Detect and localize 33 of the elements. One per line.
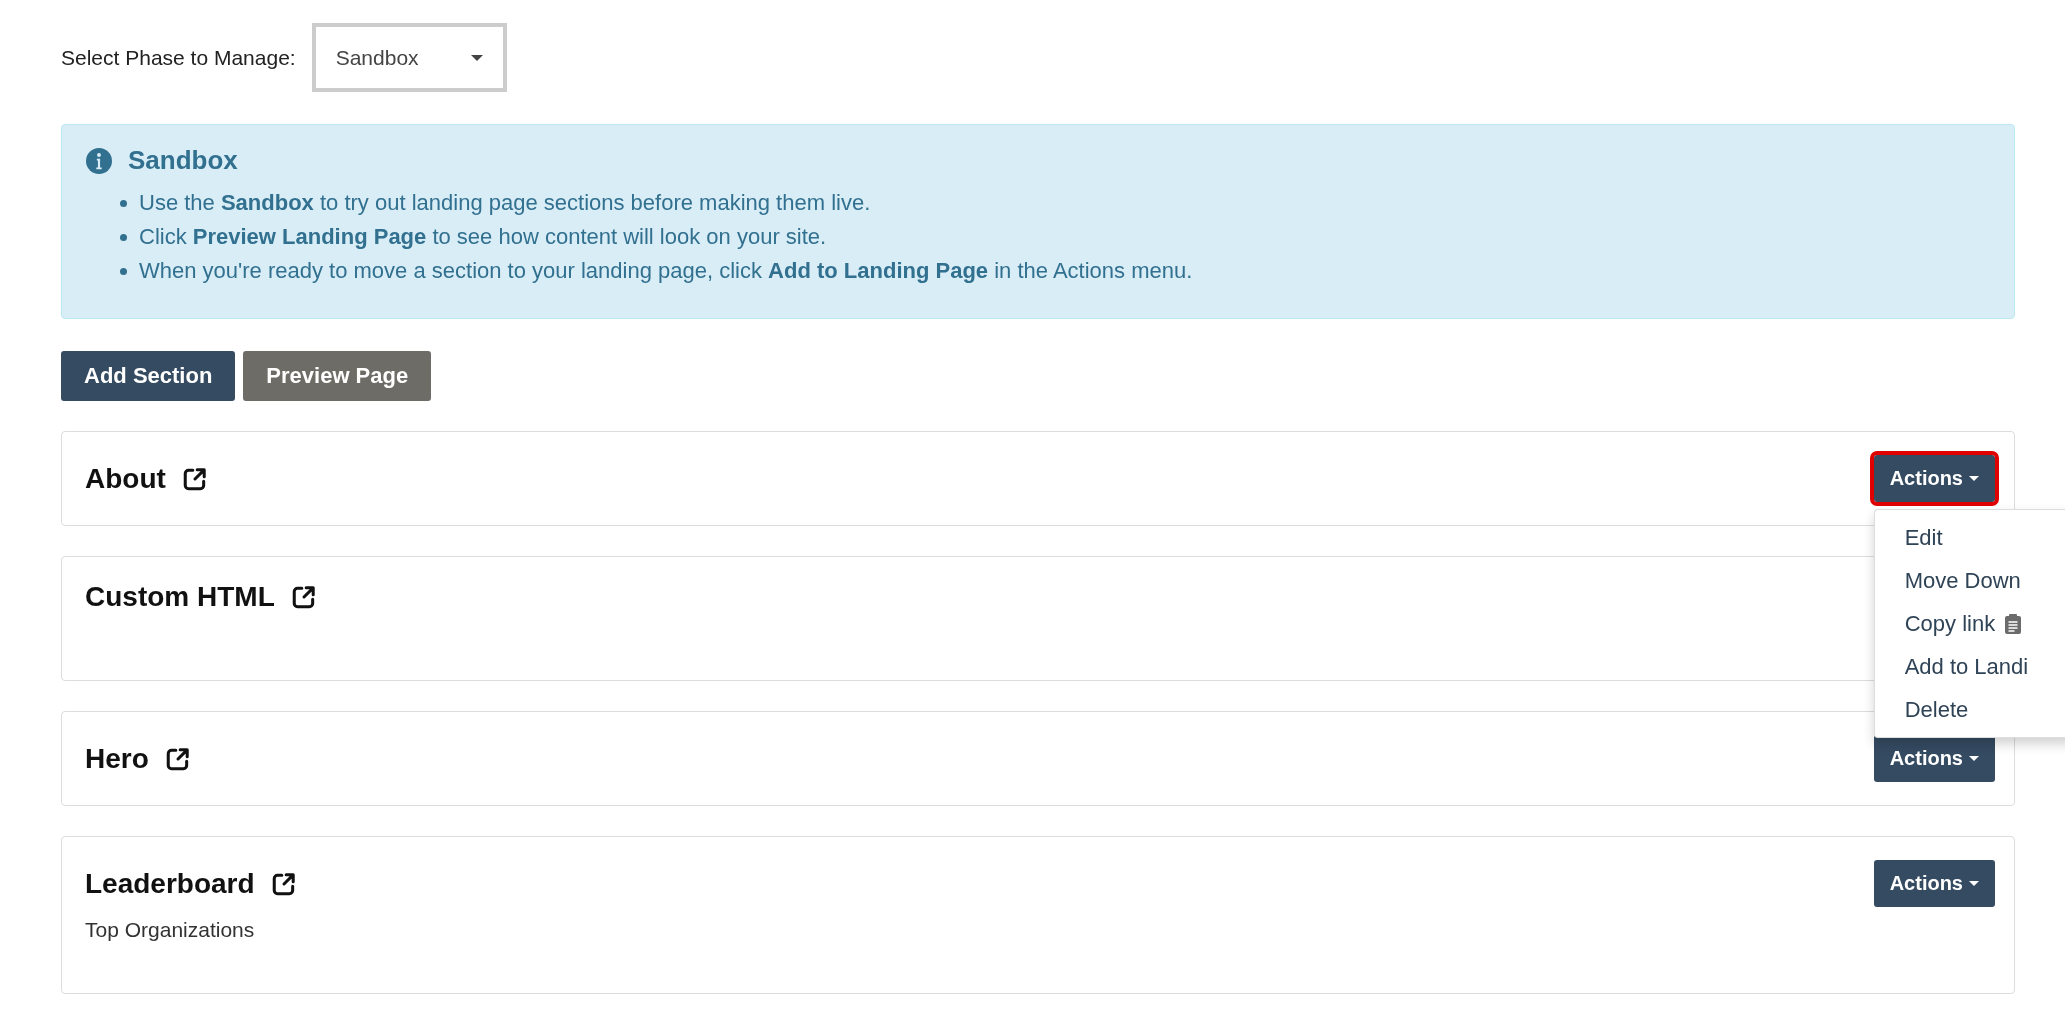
external-link-icon[interactable] [181,465,208,492]
clipboard-icon [2005,613,2022,634]
info-text: When you're ready to move a section to your landing page, click Add to Landing Page in the Actions menu. [139,258,1193,284]
actions-button[interactable]: Actions [1873,860,1995,907]
external-link-icon[interactable] [290,584,317,610]
menu-item[interactable]: Copy link [1874,602,2065,645]
caret-icon [470,54,483,61]
section-description: Top Organizations [85,918,256,942]
caret-icon [1969,476,1979,481]
info-title: Sandbox [128,145,238,176]
phase-label: Select Phase to Manage: [61,45,296,70]
preview-page-button[interactable]: Preview Page [243,351,432,401]
section-title: Hero [85,742,149,775]
bullet-icon [120,267,127,275]
external-link-icon[interactable] [164,745,191,772]
external-link-icon[interactable] [270,870,297,897]
section-title: Custom HTML [85,581,275,613]
menu-item[interactable]: Delete [1874,688,2065,731]
bullet-icon [120,199,127,207]
menu-item[interactable]: Move Down [1874,559,2065,602]
actions-button[interactable]: Actions [1873,735,1995,782]
menu-item[interactable]: Edit [1874,516,2065,559]
info-text: Click Preview Landing Page to see how content will look on your site. [139,224,827,250]
info-icon [86,147,112,174]
section-title: About [85,462,166,495]
phase-select[interactable]: Sandbox [311,23,507,92]
bullet-icon [120,233,127,241]
add-section-button[interactable]: Add Section [61,351,236,401]
menu-item[interactable]: Add to Landi [1874,645,2065,688]
section-title: Leaderboard [85,867,255,900]
caret-icon [1969,756,1979,761]
info-text: Use the Sandbox to try out landing page sections before making them live. [139,190,871,216]
caret-icon [1969,881,1979,886]
